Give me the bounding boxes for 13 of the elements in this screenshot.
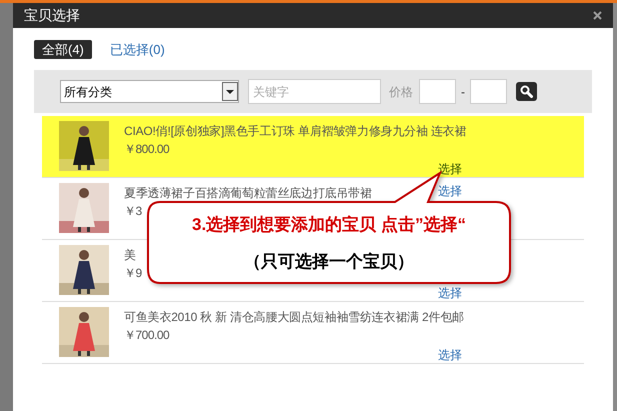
product-price: ￥700.00 xyxy=(124,327,170,344)
callout-tooltip-note: （只可选择一个宝贝） xyxy=(243,251,415,273)
window-title: 宝贝选择 xyxy=(24,6,80,25)
product-price: ￥3 xyxy=(124,203,143,220)
product-price: ￥800.00 xyxy=(124,141,170,158)
product-title: 夏季透薄裙子百搭滴葡萄粒蕾丝底边打底吊带裙 xyxy=(124,185,372,202)
product-title: 可鱼美衣2010 秋 新 清仓高腰大圆点短袖袖雪纺连衣裙满 2件包邮 xyxy=(124,309,464,326)
product-title: 美 xyxy=(124,247,137,264)
callout-tooltip-text: 3.选择到想要添加的宝贝 点击”选择“ xyxy=(191,214,467,236)
price-label: 价格 xyxy=(389,84,413,100)
product-price: ￥9 xyxy=(124,265,142,282)
price-separator: - xyxy=(461,84,465,100)
product-title: CIAO!俏![原创独家]黑色手工订珠 单肩褶皱弹力修身九分袖 连衣裙 xyxy=(124,123,466,140)
